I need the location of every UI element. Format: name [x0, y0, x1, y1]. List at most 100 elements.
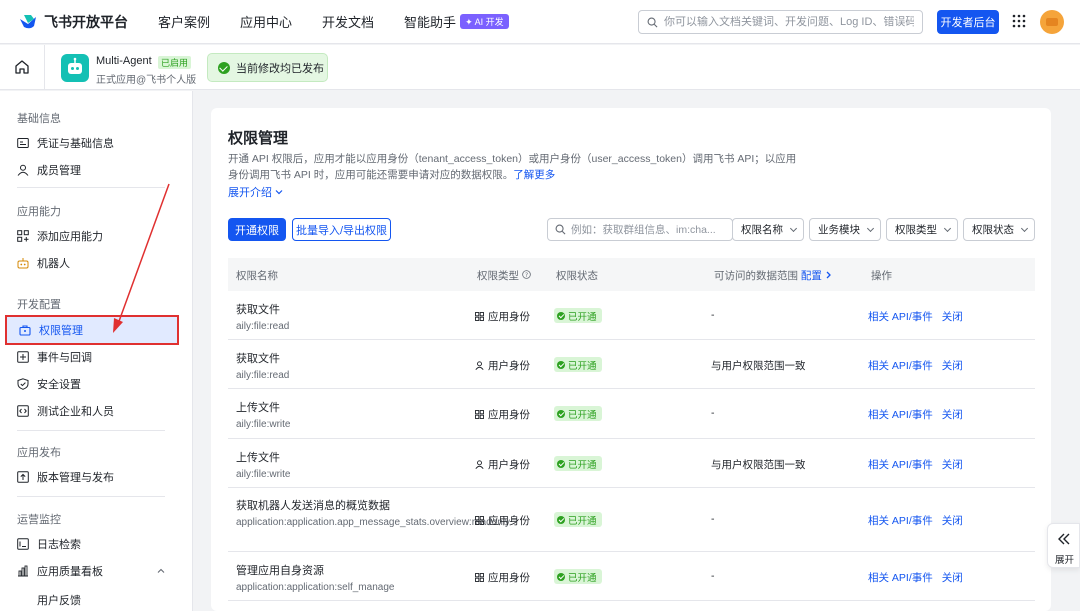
data-scope: -	[711, 513, 715, 525]
permission-code: aily:file:read	[236, 321, 290, 332]
search-input[interactable]	[664, 16, 914, 28]
brand-logo[interactable]: 飞书开放平台	[18, 12, 128, 32]
page-title: 权限管理	[228, 130, 289, 147]
check-circle-icon	[557, 515, 565, 524]
sidebar-group-monitoring: 运营监控	[17, 514, 61, 526]
sidebar-item-members[interactable]: 成员管理	[17, 158, 177, 182]
nav-smart-assistant[interactable]: 智能助手 ✦ AI 开发	[404, 12, 509, 31]
sidebar-item-label: 成员管理	[37, 165, 81, 177]
close-permission-link[interactable]: 关闭	[942, 572, 963, 584]
related-api-link[interactable]: 相关 API/事件	[868, 459, 933, 471]
sidebar-item-bot[interactable]: 机器人	[17, 251, 177, 275]
app-identity-icon	[475, 573, 484, 582]
expand-panel-label: 展开	[1055, 555, 1075, 566]
user-icon	[17, 164, 29, 176]
batch-import-export-button[interactable]: 批量导入/导出权限	[292, 218, 391, 241]
expand-panel-button[interactable]: 展开	[1047, 523, 1080, 568]
brand-name: 飞书开放平台	[44, 13, 128, 30]
page-description: 开通 API 权限后，应用才能以应用身份（tenant_access_token…	[228, 151, 803, 183]
chevron-up-icon[interactable]	[157, 567, 165, 575]
filter-permission-status[interactable]: 权限状态	[963, 218, 1035, 241]
sidebar-group-capabilities: 应用能力	[17, 206, 61, 218]
actions-cell: 相关 API/事件 关闭	[868, 570, 963, 585]
nav-dev-docs[interactable]: 开发文档	[322, 12, 374, 31]
filter-permission-name[interactable]: 权限名称	[732, 218, 804, 241]
sidebar-item-test-tenants[interactable]: 测试企业和人员	[17, 399, 177, 423]
close-permission-link[interactable]: 关闭	[942, 409, 963, 421]
app-status-badge: 已启用	[158, 56, 192, 69]
nav-customer-cases[interactable]: 客户案例	[158, 12, 210, 31]
permission-name: 上传文件	[236, 452, 280, 464]
config-link[interactable]: 配置	[801, 270, 822, 282]
check-circle-icon	[557, 360, 565, 369]
permission-status-cell: 已开通	[554, 569, 602, 584]
code-box-icon	[17, 405, 29, 417]
permission-code: application:application.app_message_stat…	[236, 517, 511, 528]
app-identity-icon	[475, 312, 484, 321]
sidebar-item-permissions[interactable]: 权限管理	[5, 315, 179, 345]
sidebar-item-add-capability[interactable]: 添加应用能力	[17, 224, 177, 248]
related-api-link[interactable]: 相关 API/事件	[868, 360, 933, 372]
global-search[interactable]	[638, 10, 923, 34]
sidebar-subitem-feedback[interactable]: 用户反馈	[37, 592, 81, 608]
filter-permission-type[interactable]: 权限类型	[886, 218, 958, 241]
sidebar-item-security[interactable]: 安全设置	[17, 372, 177, 396]
sidebar-item-logs[interactable]: 日志检索	[17, 532, 177, 556]
filter-label: 业务模块	[818, 224, 860, 236]
close-permission-link[interactable]: 关闭	[942, 459, 963, 471]
sidebar: 基础信息 凭证与基础信息 成员管理 应用能力 添加应用能力 机器人 开发配置 权…	[0, 91, 193, 611]
sidebar-item-label: 添加应用能力	[37, 231, 103, 243]
sidebar-item-label: 凭证与基础信息	[37, 138, 114, 150]
col-permission-status: 权限状态	[556, 270, 598, 282]
lock-briefcase-icon	[19, 325, 31, 336]
help-circle-icon[interactable]: ?	[522, 270, 531, 279]
expand-intro-link[interactable]: 展开介绍	[228, 184, 283, 200]
sidebar-item-credentials[interactable]: 凭证与基础信息	[17, 131, 177, 155]
enable-permission-button[interactable]: 开通权限	[228, 218, 286, 241]
check-circle-icon	[218, 61, 230, 74]
actions-cell: 相关 API/事件 关闭	[868, 513, 963, 528]
permission-search[interactable]	[547, 218, 733, 241]
sidebar-group-dev-config: 开发配置	[17, 299, 61, 311]
learn-more-link[interactable]: 了解更多	[513, 169, 555, 181]
sidebar-item-events[interactable]: 事件与回调	[17, 345, 177, 369]
chevron-down-icon	[943, 224, 952, 233]
nav-app-center[interactable]: 应用中心	[240, 12, 292, 31]
status-text: 已开通	[568, 459, 597, 471]
status-badge: 已开通	[554, 456, 602, 471]
close-permission-link[interactable]: 关闭	[942, 311, 963, 323]
home-icon[interactable]	[14, 59, 30, 75]
permission-type: 应用身份	[488, 311, 530, 323]
status-text: 已开通	[568, 360, 597, 372]
related-api-link[interactable]: 相关 API/事件	[868, 515, 933, 527]
sidebar-item-label: 事件与回调	[37, 352, 92, 364]
nav-smart-assistant-label: 智能助手	[404, 15, 457, 30]
permission-type: 应用身份	[488, 572, 530, 584]
robot-icon	[17, 258, 29, 269]
app-identity-icon	[475, 410, 484, 419]
check-circle-icon	[557, 459, 565, 468]
actions-cell: 相关 API/事件 关闭	[868, 358, 963, 373]
close-permission-link[interactable]: 关闭	[942, 515, 963, 527]
expand-intro-label: 展开介绍	[228, 187, 272, 199]
close-permission-link[interactable]: 关闭	[942, 360, 963, 372]
table-row: 获取文件 aily:file:read 用户身份 已开通 与用户权限范围一致 相关 API…	[228, 340, 1035, 389]
permission-name-cell: 上传文件 aily:file:write	[236, 449, 464, 482]
bar-chart-icon	[18, 565, 28, 577]
status-text: 已开通	[568, 409, 597, 421]
permission-type-cell: 应用身份	[475, 570, 530, 585]
user-avatar[interactable]	[1040, 10, 1064, 34]
table-row: 管理应用自身资源 application:application:self_man…	[228, 552, 1035, 601]
col-permission-type-label: 权限类型	[477, 270, 519, 282]
sidebar-group-basic: 基础信息	[17, 113, 61, 125]
sidebar-item-versions[interactable]: 版本管理与发布	[17, 465, 177, 489]
filter-business-module[interactable]: 业务模块	[809, 218, 881, 241]
sidebar-item-quality-board[interactable]: 应用质量看板	[17, 559, 177, 583]
app-grid-icon[interactable]	[1012, 14, 1026, 28]
related-api-link[interactable]: 相关 API/事件	[868, 311, 933, 323]
related-api-link[interactable]: 相关 API/事件	[868, 409, 933, 421]
developer-console-button[interactable]: 开发者后台	[937, 10, 999, 34]
publish-status: 当前修改均已发布	[207, 53, 328, 82]
related-api-link[interactable]: 相关 API/事件	[868, 572, 933, 584]
permission-search-input[interactable]	[571, 223, 726, 236]
